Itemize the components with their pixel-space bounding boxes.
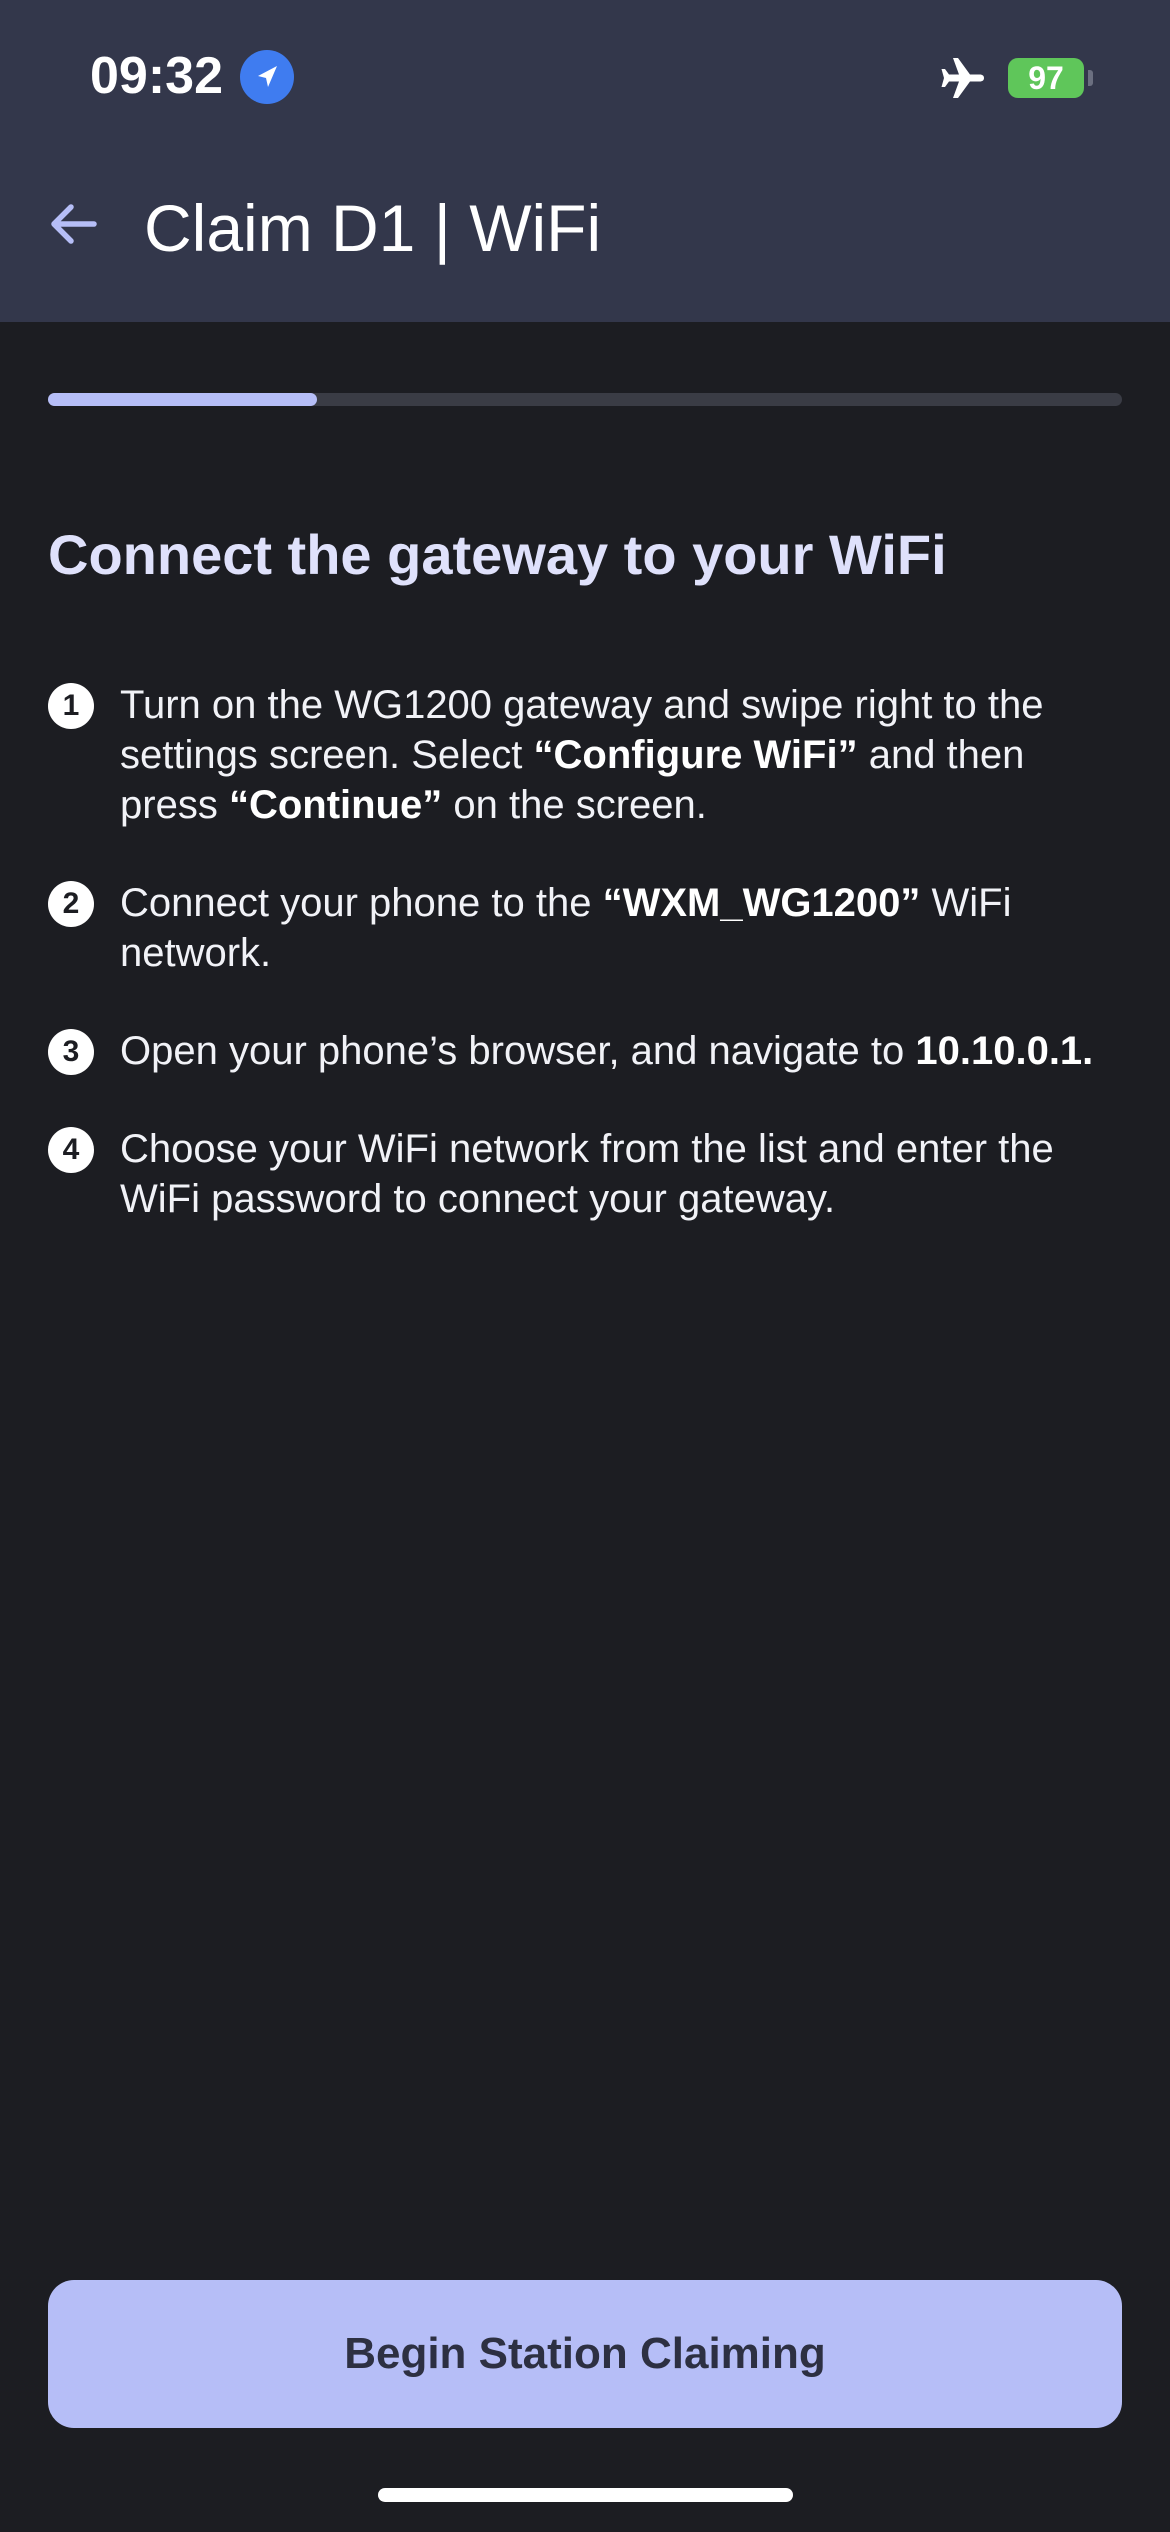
app-header: Claim D1 | WiFi [0,160,1170,310]
home-indicator[interactable] [378,2488,793,2502]
battery-cap [1088,70,1093,86]
back-button[interactable] [40,190,108,258]
instruction-step: 4 Choose your WiFi network from the list… [48,1124,1122,1224]
step-text-emphasis: “Configure WiFi” [533,733,858,777]
battery-level: 97 [1028,60,1064,96]
step-number-badge: 2 [48,881,94,927]
airplane-icon [936,50,992,106]
step-text-run: Open your phone’s browser, and navigate … [120,1029,916,1073]
step-text: Open your phone’s browser, and navigate … [120,1029,1093,1073]
begin-station-claiming-button[interactable]: Begin Station Claiming [48,2280,1122,2428]
step-text-run: Choose your WiFi network from the list a… [120,1127,1054,1221]
location-arrow-icon [240,50,294,104]
page-title: Claim D1 | WiFi [144,191,602,265]
instruction-step: 1 Turn on the WG1200 gateway and swipe r… [48,680,1122,830]
instruction-list: 1 Turn on the WG1200 gateway and swipe r… [48,680,1122,1272]
section-heading: Connect the gateway to your WiFi [48,523,947,586]
arrow-left-icon [51,204,97,244]
step-number-badge: 1 [48,683,94,729]
instruction-step: 2 Connect your phone to the “WXM_WG1200”… [48,878,1122,978]
step-text-run: Connect your phone to the [120,881,603,925]
step-number-badge: 4 [48,1127,94,1173]
step-number-badge: 3 [48,1029,94,1075]
step-text-emphasis: “Continue” [228,783,443,827]
step-text: Choose your WiFi network from the list a… [120,1127,1054,1221]
step-text-emphasis: “WXM_WG1200” [602,881,921,925]
button-label: Begin Station Claiming [344,2329,826,2378]
step-text: Turn on the WG1200 gateway and swipe rig… [120,683,1044,827]
progress-bar-fill [48,393,317,406]
status-bar: 09:32 97 [0,0,1170,150]
instruction-step: 3 Open your phone’s browser, and navigat… [48,1026,1122,1076]
step-text-emphasis: 10.10.0.1. [915,1029,1094,1073]
top-bar: 09:32 97 Claim D1 | WiFi [0,0,1170,322]
step-text-run: on the screen. [442,783,707,827]
status-time: 09:32 [90,47,223,105]
battery-charging-icon: 97 [1008,58,1084,98]
step-text: Connect your phone to the “WXM_WG1200” W… [120,881,1012,975]
progress-bar [48,393,1122,406]
